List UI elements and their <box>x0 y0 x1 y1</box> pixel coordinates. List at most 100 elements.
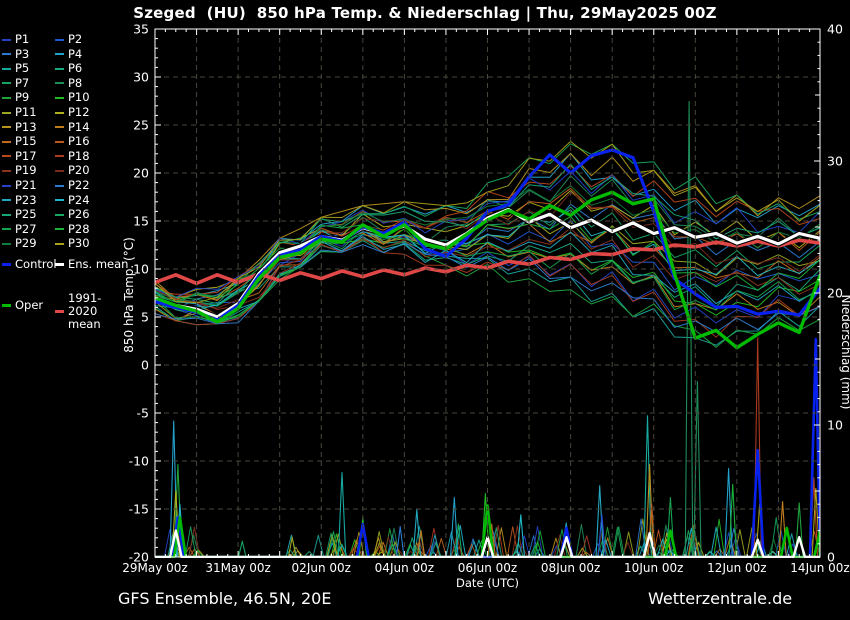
legend-oper-label: Oper <box>15 299 43 312</box>
legend-p14-label: P14 <box>68 121 90 134</box>
p7-swatch <box>2 82 11 84</box>
site-watermark: Wetterzentrale.de <box>648 589 792 608</box>
legend-p27-label: P27 <box>15 223 37 236</box>
legend-p26-label: P26 <box>68 208 90 221</box>
precip-tick-label: 10 <box>827 418 843 433</box>
p26-swatch <box>55 214 64 216</box>
precip-tick-label: 30 <box>827 154 843 169</box>
p18-swatch <box>55 155 64 157</box>
legend-p24-label: P24 <box>68 194 90 207</box>
right-axis-title: Niederschlag (mm) <box>839 295 850 410</box>
legend-p3: P3 <box>2 48 29 61</box>
legend-p3-label: P3 <box>15 48 29 61</box>
legend-p7: P7 <box>2 77 29 90</box>
legend-p15-label: P15 <box>15 135 37 148</box>
precip-spike-p7 <box>239 541 247 557</box>
date-tick-label: 02Jun 00z <box>292 561 351 575</box>
legend-p11-label: P11 <box>15 106 37 119</box>
p23-swatch <box>2 199 11 201</box>
legend-p19-label: P19 <box>15 164 37 177</box>
ensemble-legend: P1 P3P5 P7P9 P11 P13P15 P17P19 P21 P23P25 P27P29… <box>0 0 150 620</box>
legend-p4: P4 <box>55 48 82 61</box>
oper-swatch <box>2 304 11 307</box>
legend-p4-label: P4 <box>68 48 82 61</box>
date-tick-label: 08Jun 00z <box>541 561 600 575</box>
legend-p26: P26 <box>55 208 90 221</box>
legend-p6-label: P6 <box>68 62 82 75</box>
p12-swatch <box>55 112 64 114</box>
legend-p13: P13 <box>2 121 37 134</box>
legend-p8-label: P8 <box>68 77 82 90</box>
p5-swatch <box>2 68 11 70</box>
p17-swatch <box>2 155 11 157</box>
legend-p28: P28 <box>55 223 90 236</box>
legend-p22: P22 <box>55 179 90 192</box>
p20-swatch <box>55 170 64 172</box>
legend-p29: P29 <box>2 237 37 250</box>
p2-swatch <box>55 39 64 41</box>
legend-p22-label: P22 <box>68 179 90 192</box>
legend-p11: P11 <box>2 106 37 119</box>
legend-ens-mean-label: Ens. mean <box>68 258 128 271</box>
p10-swatch <box>55 97 64 99</box>
p4-swatch <box>55 53 64 55</box>
legend-climate-mean-label: 1991-2020 mean <box>68 292 130 331</box>
legend-p25: P25 <box>2 208 37 221</box>
p14-swatch <box>55 126 64 128</box>
date-tick-label: 12Jun 00z <box>707 561 766 575</box>
p29-swatch <box>2 243 11 245</box>
date-tick-label: 10Jun 00z <box>624 561 683 575</box>
legend-ens-mean: Ens. mean <box>55 258 128 271</box>
legend-p25-label: P25 <box>15 208 37 221</box>
climate-swatch <box>55 310 64 313</box>
legend-p9-label: P9 <box>15 91 29 104</box>
p3-swatch <box>2 53 11 55</box>
legend-p24: P24 <box>55 194 90 207</box>
control-swatch <box>2 263 11 266</box>
precip-spike-p18 <box>754 338 762 557</box>
legend-p16: P16 <box>55 135 90 148</box>
p30-swatch <box>55 243 64 245</box>
legend-p29-label: P29 <box>15 237 37 250</box>
legend-p1: P1 <box>2 33 29 46</box>
legend-p10: P10 <box>55 91 90 104</box>
legend-p23-label: P23 <box>15 194 37 207</box>
legend-p12-label: P12 <box>68 106 90 119</box>
p13-swatch <box>2 126 11 128</box>
legend-p21-label: P21 <box>15 179 37 192</box>
legend-p21: P21 <box>2 179 37 192</box>
model-info-label: GFS Ensemble, 46.5N, 20E <box>118 589 331 608</box>
p11-swatch <box>2 112 11 114</box>
legend-climate-mean: 1991-2020 mean <box>55 292 130 331</box>
legend-p20-label: P20 <box>68 164 90 177</box>
legend-control: Control <box>2 258 57 271</box>
legend-p5-label: P5 <box>15 62 29 75</box>
p8-swatch <box>55 82 64 84</box>
legend-p5: P5 <box>2 62 29 75</box>
p1-swatch <box>2 39 11 41</box>
legend-p13-label: P13 <box>15 121 37 134</box>
p24-swatch <box>55 199 64 201</box>
x-axis-title: Date (UTC) <box>456 576 519 590</box>
legend-p16-label: P16 <box>68 135 90 148</box>
legend-p2: P2 <box>55 33 82 46</box>
legend-control-label: Control <box>15 258 57 271</box>
precip-tick-label: 40 <box>827 22 843 37</box>
date-tick-label: 06Jun 00z <box>458 561 517 575</box>
legend-p28-label: P28 <box>68 223 90 236</box>
gridlines <box>155 29 820 557</box>
legend-oper: Oper <box>2 299 43 312</box>
legend-p14: P14 <box>55 121 90 134</box>
mean-swatch <box>55 263 64 266</box>
legend-p27: P27 <box>2 223 37 236</box>
p15-swatch <box>2 141 11 143</box>
p28-swatch <box>55 228 64 230</box>
date-tick-label: 14Jun 00z <box>790 561 849 575</box>
legend-p23: P23 <box>2 194 37 207</box>
weather-ensemble-page: Szeged (HU) 850 hPa Temp. & Niederschlag… <box>0 0 850 620</box>
date-tick-label: 31May 00z <box>205 561 270 575</box>
legend-p17: P17 <box>2 150 37 163</box>
date-tick-label: 04Jun 00z <box>375 561 434 575</box>
p9-swatch <box>2 97 11 99</box>
legend-p7-label: P7 <box>15 77 29 90</box>
